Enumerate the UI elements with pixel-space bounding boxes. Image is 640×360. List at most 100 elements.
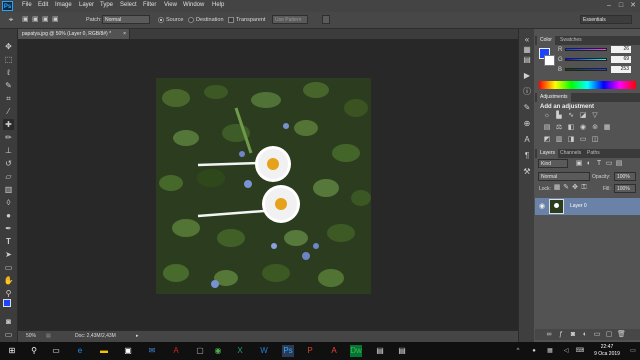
- selection-mode-subtract-icon[interactable]: ▣: [42, 15, 52, 25]
- tab-paths[interactable]: Paths: [584, 149, 603, 158]
- history-panel-icon[interactable]: ▦: [522, 45, 532, 55]
- tray-app-icon[interactable]: ●: [528, 345, 540, 357]
- tab-adjustments[interactable]: Adjustments: [537, 93, 571, 102]
- pattern-picker[interactable]: [322, 15, 330, 24]
- mail-icon[interactable]: ✉: [146, 345, 158, 357]
- photo-filter-icon[interactable]: ◉: [579, 124, 587, 132]
- color-balance-icon[interactable]: ⚖: [555, 124, 563, 132]
- crop-tool-icon[interactable]: ⌗: [3, 93, 14, 104]
- tab-swatches[interactable]: Swatches: [557, 36, 585, 45]
- eyedropper-tool-icon[interactable]: ⁄: [3, 106, 14, 117]
- quick-mask-icon[interactable]: ◙: [3, 316, 14, 327]
- fill-field[interactable]: 100%: [614, 184, 636, 193]
- history-brush-tool-icon[interactable]: ↺: [3, 158, 14, 169]
- b-value-field[interactable]: 253: [611, 66, 631, 73]
- archive2-icon[interactable]: ▤: [396, 345, 408, 357]
- menu-file[interactable]: File: [22, 2, 32, 8]
- channel-mixer-icon[interactable]: ⊚: [591, 124, 599, 132]
- brush-panel-icon[interactable]: ✎: [522, 103, 532, 113]
- g-slider[interactable]: [565, 58, 607, 61]
- maximize-icon[interactable]: □: [616, 1, 626, 10]
- close-icon[interactable]: ✕: [628, 1, 638, 10]
- store-icon[interactable]: ▣: [122, 345, 134, 357]
- type-tool-icon[interactable]: T: [3, 236, 14, 247]
- layer-row[interactable]: ◉ Layer 0: [535, 198, 640, 215]
- delete-layer-icon[interactable]: 🗑: [617, 331, 626, 339]
- clock-date[interactable]: 9 Oca 2019: [588, 351, 626, 357]
- gradient-map-icon[interactable]: ▭: [579, 136, 587, 144]
- patch-tool-selected-icon[interactable]: ✚: [3, 119, 14, 130]
- add-mask-icon[interactable]: ◙: [569, 331, 577, 339]
- acrobat-icon[interactable]: A: [170, 345, 182, 357]
- photoshop-taskbar-icon[interactable]: Ps: [282, 345, 294, 357]
- powerpoint-icon[interactable]: P: [304, 345, 316, 357]
- properties-panel-icon[interactable]: ▤: [522, 55, 532, 65]
- tab-color[interactable]: Color: [537, 36, 555, 45]
- lock-transparent-icon[interactable]: ▦: [553, 184, 561, 192]
- filter-adjustment-icon[interactable]: ◐: [585, 160, 593, 168]
- menu-view[interactable]: View: [164, 2, 177, 8]
- color-background-swatch[interactable]: [544, 55, 555, 66]
- move-tool-icon[interactable]: ✥: [3, 41, 14, 52]
- document-tab[interactable]: papatya.jpg @ 50% (Layer 0, RGB/8#) * ×: [18, 29, 130, 39]
- close-document-icon[interactable]: ×: [123, 29, 126, 39]
- document-image[interactable]: [156, 78, 371, 294]
- color-lookup-icon[interactable]: ▦: [603, 124, 611, 132]
- color-spectrum-bar[interactable]: [539, 81, 636, 89]
- menu-image[interactable]: Image: [55, 2, 72, 8]
- clone-source-panel-icon[interactable]: ⊕: [522, 119, 532, 129]
- hue-saturation-icon[interactable]: ▤: [543, 124, 551, 132]
- use-pattern-button[interactable]: Use Pattern: [272, 15, 308, 24]
- dodge-tool-icon[interactable]: ●: [3, 210, 14, 221]
- zoom-level[interactable]: 50%: [26, 331, 36, 342]
- invert-icon[interactable]: ◩: [543, 136, 551, 144]
- selection-mode-new-icon[interactable]: ▣: [22, 15, 32, 25]
- clock-time[interactable]: 22:47: [590, 344, 624, 350]
- r-slider[interactable]: [565, 48, 607, 51]
- brightness-contrast-icon[interactable]: ☼: [543, 112, 551, 120]
- selection-mode-add-icon[interactable]: ▣: [32, 15, 42, 25]
- g-value-field[interactable]: 69: [611, 56, 631, 63]
- paragraph-panel-icon[interactable]: ¶: [522, 151, 532, 161]
- filter-shape-icon[interactable]: ▭: [605, 160, 613, 168]
- r-value-field[interactable]: 26: [611, 46, 631, 53]
- threshold-icon[interactable]: ◨: [567, 136, 575, 144]
- menu-filter[interactable]: Filter: [143, 2, 156, 8]
- blend-mode-select[interactable]: Normal: [538, 172, 590, 181]
- exposure-icon[interactable]: ◪: [579, 112, 587, 120]
- info-panel-icon[interactable]: ⓘ: [522, 87, 532, 97]
- layer-visibility-eye-icon[interactable]: ◉: [539, 202, 545, 210]
- screen-mode-icon[interactable]: ▭: [3, 329, 14, 340]
- menu-help[interactable]: Help: [212, 2, 224, 8]
- new-adjustment-layer-icon[interactable]: ◐: [581, 331, 589, 339]
- source-radio[interactable]: [158, 17, 164, 23]
- opacity-field[interactable]: 100%: [614, 172, 636, 181]
- patch-tool-icon[interactable]: ⌖: [4, 15, 18, 25]
- lock-position-icon[interactable]: ✥: [571, 184, 579, 192]
- actions-panel-icon[interactable]: ▶: [522, 71, 532, 81]
- quick-selection-tool-icon[interactable]: ✎: [3, 80, 14, 91]
- tray-icon-up[interactable]: ^: [512, 345, 524, 357]
- menu-window[interactable]: Window: [183, 2, 204, 8]
- excel-icon[interactable]: X: [234, 345, 246, 357]
- menu-select[interactable]: Select: [120, 2, 137, 8]
- levels-icon[interactable]: ▙: [555, 112, 563, 120]
- destination-radio[interactable]: [188, 17, 194, 23]
- archive-icon[interactable]: ▤: [374, 345, 386, 357]
- transparent-checkbox[interactable]: [228, 17, 234, 23]
- dreamweaver-icon[interactable]: Dw: [350, 345, 362, 357]
- lock-image-icon[interactable]: ✎: [562, 184, 570, 192]
- b-slider[interactable]: [565, 68, 607, 71]
- network-icon[interactable]: ▦: [544, 345, 556, 357]
- file-explorer-icon[interactable]: ▬: [98, 345, 110, 357]
- posterize-icon[interactable]: ▥: [555, 136, 563, 144]
- workspace-select[interactable]: Essentials: [580, 15, 632, 24]
- hand-tool-icon[interactable]: ✋: [3, 275, 14, 286]
- menu-edit[interactable]: Edit: [38, 2, 48, 8]
- task-view-icon[interactable]: ▭: [50, 345, 62, 357]
- pen-tool-icon[interactable]: ✒: [3, 223, 14, 234]
- shape-tool-icon[interactable]: ▭: [3, 262, 14, 273]
- zoom-tool-icon[interactable]: ⚲: [3, 288, 14, 299]
- acrobat-reader-icon[interactable]: A: [328, 345, 340, 357]
- volume-icon[interactable]: ◁: [560, 345, 572, 357]
